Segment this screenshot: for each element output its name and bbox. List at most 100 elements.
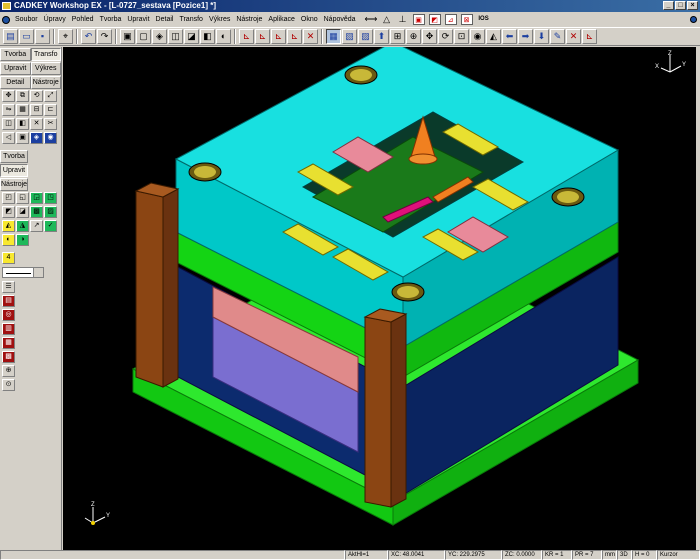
- rotate-icon[interactable]: ⟲: [30, 90, 43, 102]
- mirror-icon[interactable]: ⇋: [2, 104, 15, 116]
- project-icon[interactable]: ◧: [16, 118, 29, 130]
- ios-icon[interactable]: IOS: [477, 14, 491, 25]
- menu-upravit[interactable]: Upravit: [124, 13, 152, 27]
- redo-icon[interactable]: ↷: [97, 29, 112, 44]
- edit-join-icon[interactable]: ◑: [16, 234, 29, 246]
- shade-icon[interactable]: ◐: [216, 29, 231, 44]
- target-icon[interactable]: ◎: [2, 309, 15, 321]
- zoom-icon[interactable]: ⊕: [406, 29, 421, 44]
- edit-attrib-icon[interactable]: ◳: [44, 192, 57, 204]
- edit-face-icon[interactable]: ◪: [16, 206, 29, 218]
- transform-view-icon[interactable]: ◉: [44, 132, 57, 144]
- menu-napoveda[interactable]: Nápověda: [321, 13, 359, 27]
- axis-reset-icon[interactable]: ✕: [303, 29, 318, 44]
- view-back-icon[interactable]: ◧: [200, 29, 215, 44]
- menu-pohled[interactable]: Pohled: [69, 13, 97, 27]
- pointer-icon[interactable]: ⌖: [58, 29, 73, 44]
- view-left-icon[interactable]: ◪: [184, 29, 199, 44]
- undo-icon[interactable]: ↶: [81, 29, 96, 44]
- move-icon[interactable]: ✥: [2, 90, 15, 102]
- edit-line-icon[interactable]: ◩: [2, 206, 15, 218]
- edit-color-icon[interactable]: ◲: [30, 192, 43, 204]
- edit-break-icon[interactable]: ◐: [2, 234, 15, 246]
- layer-grid-icon[interactable]: ▩: [2, 351, 15, 363]
- dimension-radial-icon[interactable]: ⊠: [460, 14, 473, 25]
- download-icon[interactable]: ⬇: [534, 29, 549, 44]
- menu-nastroje[interactable]: Nástroje: [233, 13, 265, 27]
- dimension-angle-icon[interactable]: ⊿: [444, 14, 457, 25]
- copy-icon[interactable]: ⧉: [16, 90, 29, 102]
- perpendicular-icon[interactable]: ⊥: [397, 14, 409, 25]
- rotate-icon[interactable]: ⟳: [438, 29, 453, 44]
- maximize-button[interactable]: □: [675, 1, 686, 10]
- edit-fill-icon[interactable]: ▩: [30, 206, 43, 218]
- minimize-button[interactable]: _: [663, 1, 674, 10]
- tab-tvorba-2[interactable]: Tvorba: [0, 150, 28, 163]
- pan-icon[interactable]: ✥: [422, 29, 437, 44]
- next-view-icon[interactable]: ➡: [518, 29, 533, 44]
- snap-icon[interactable]: ⊙: [2, 379, 15, 391]
- edit-check-icon[interactable]: ✓: [44, 220, 57, 232]
- redraw-icon[interactable]: ◉: [470, 29, 485, 44]
- close-button[interactable]: ×: [687, 1, 698, 10]
- menu-tvorba[interactable]: Tvorba: [97, 13, 125, 27]
- align-icon[interactable]: ⊟: [30, 104, 43, 116]
- view-right-icon[interactable]: ◫: [168, 29, 183, 44]
- mirror-plane-icon[interactable]: ◁: [2, 132, 15, 144]
- print-icon[interactable]: ▤: [3, 29, 18, 44]
- tab-tvorba[interactable]: Tvorba: [0, 48, 31, 61]
- tool-wrench-icon[interactable]: ✎: [550, 29, 565, 44]
- axis-xz-icon[interactable]: ⊾: [271, 29, 286, 44]
- edit-arrow-icon[interactable]: ↗: [30, 220, 43, 232]
- tab-nastroje[interactable]: Nástroje: [30, 76, 61, 89]
- tab-transfo[interactable]: Transfo: [30, 48, 61, 61]
- triangle-icon[interactable]: △: [381, 14, 393, 25]
- edit-solid-icon[interactable]: ◱: [16, 192, 29, 204]
- menu-upravy[interactable]: Úpravy: [41, 13, 69, 27]
- layer-down-icon[interactable]: ▥: [2, 323, 15, 335]
- group-icon[interactable]: ▣: [16, 132, 29, 144]
- view-front-icon[interactable]: ▣: [120, 29, 135, 44]
- tab-nastroje-2[interactable]: Nástroje: [0, 178, 28, 191]
- dimension-icon[interactable]: ▣: [412, 14, 425, 25]
- open-folder-icon[interactable]: ▭: [19, 29, 34, 44]
- layer-up-icon[interactable]: ▦: [2, 337, 15, 349]
- layer-icon[interactable]: ◭: [486, 29, 501, 44]
- layer-red-icon[interactable]: ▤: [2, 295, 15, 307]
- color-picker[interactable]: 4: [2, 252, 15, 264]
- viewport-3d[interactable]: Z Y X Z Y: [63, 47, 696, 550]
- line-style-dropdown[interactable]: [2, 267, 44, 278]
- cross-icon[interactable]: ✕: [30, 118, 43, 130]
- array-icon[interactable]: ▦: [16, 104, 29, 116]
- menu-transfo[interactable]: Transfo: [176, 13, 205, 27]
- menu-soubor[interactable]: Soubor: [12, 13, 41, 27]
- mdi-icon[interactable]: [690, 16, 697, 23]
- shaded-icon[interactable]: ▨: [358, 29, 373, 44]
- menu-aplikace[interactable]: Aplikace: [265, 13, 297, 27]
- view-top-icon[interactable]: ▢: [136, 29, 151, 44]
- tab-vykres[interactable]: Výkres: [30, 62, 61, 75]
- tab-upravit-2[interactable]: Upravit: [0, 164, 28, 177]
- view-iso-icon[interactable]: ◈: [152, 29, 167, 44]
- menu-detail[interactable]: Detail: [153, 13, 177, 27]
- extrude-icon[interactable]: ◫: [2, 118, 15, 130]
- edit-pattern-icon[interactable]: ▨: [44, 206, 57, 218]
- delete-icon[interactable]: ✕: [566, 29, 581, 44]
- axis-free-icon[interactable]: ⊾: [287, 29, 302, 44]
- double-arrow-icon[interactable]: ⟷: [365, 14, 378, 25]
- zoom-window-icon[interactable]: ⊞: [390, 29, 405, 44]
- coord-icon[interactable]: ⊾: [582, 29, 597, 44]
- scale-icon[interactable]: ⤢: [44, 90, 57, 102]
- axis-yz-icon[interactable]: ⊾: [255, 29, 270, 44]
- coordinate-icon[interactable]: ⊕: [2, 365, 15, 377]
- dimension-diag-icon[interactable]: ◩: [428, 14, 441, 25]
- axis-xy-icon[interactable]: ⊾: [239, 29, 254, 44]
- menu-okno[interactable]: Okno: [298, 13, 321, 27]
- scissors-icon[interactable]: ✂: [44, 118, 57, 130]
- tab-detail[interactable]: Detail: [0, 76, 31, 89]
- transform-select-icon[interactable]: ◈: [30, 132, 43, 144]
- tab-upravit[interactable]: Upravit: [0, 62, 31, 75]
- menu-vykres[interactable]: Výkres: [206, 13, 233, 27]
- save-icon[interactable]: ▪: [35, 29, 50, 44]
- edit-extend-icon[interactable]: ◮: [16, 220, 29, 232]
